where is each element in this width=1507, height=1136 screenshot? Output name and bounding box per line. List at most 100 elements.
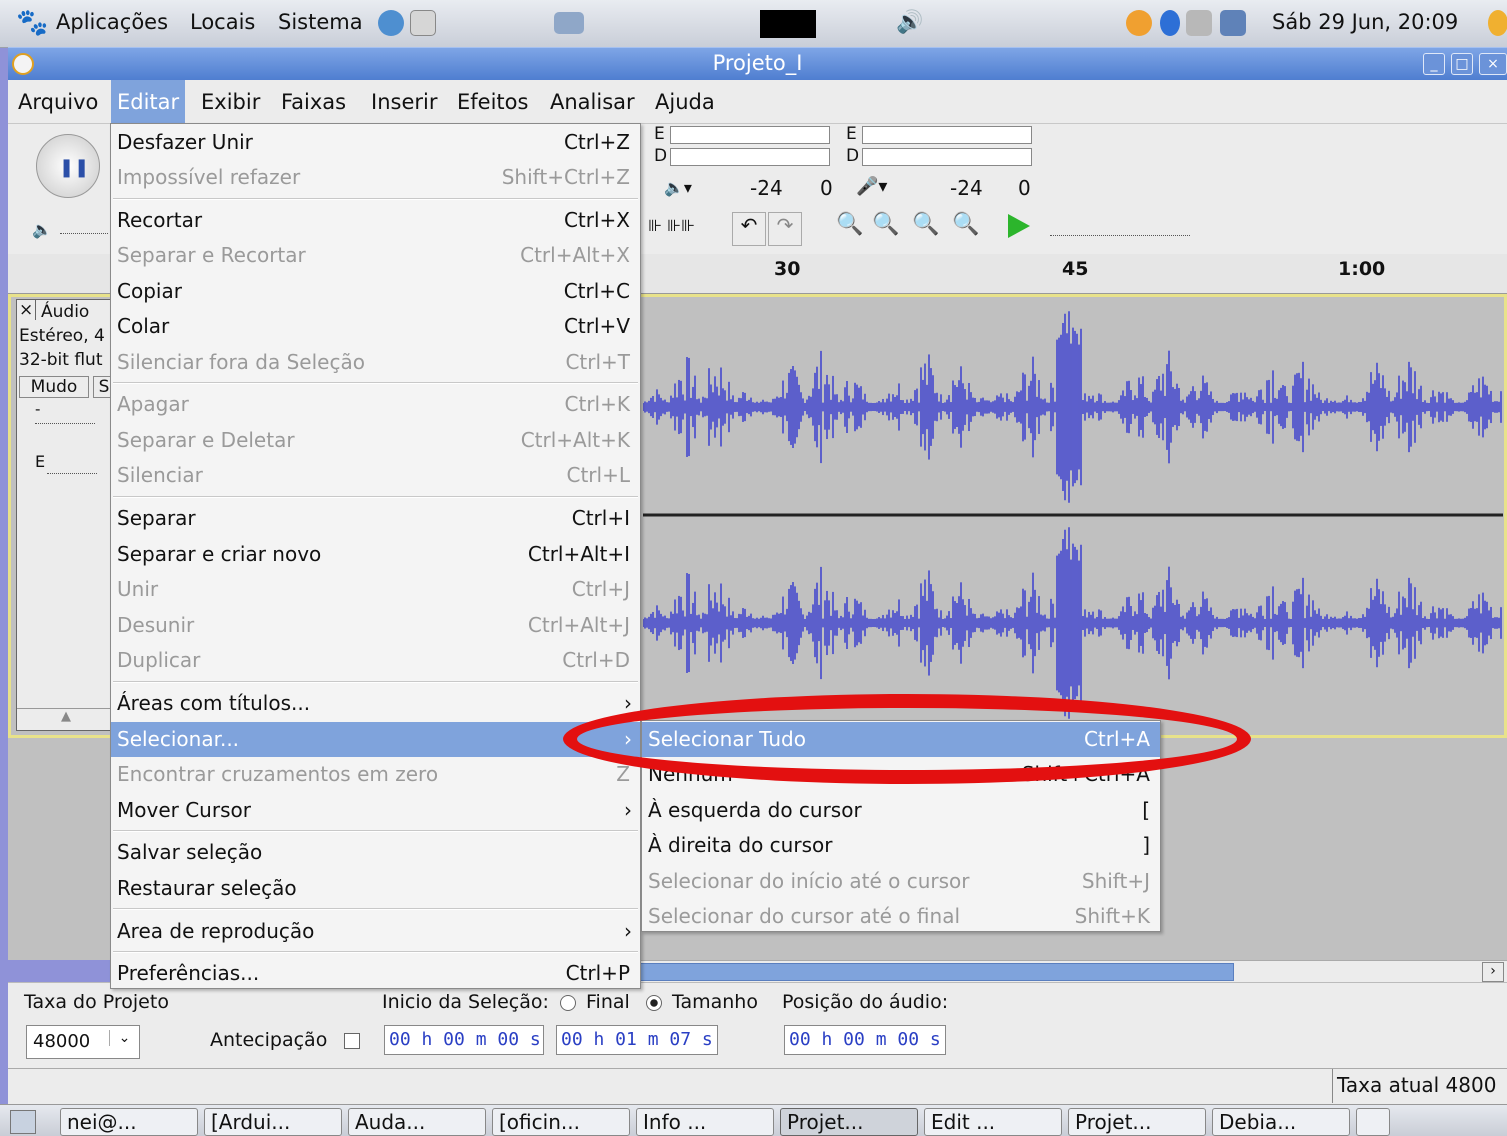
menu-areas-titulos[interactable]: Áreas com títulos... ›: [111, 686, 640, 721]
fit-selection-icon[interactable]: 🔍: [912, 212, 939, 237]
record-meter-d[interactable]: [862, 148, 1032, 166]
horizontal-scrollbar[interactable]: ›: [640, 960, 1507, 982]
pause-button[interactable]: ❚❚: [36, 134, 100, 198]
menu-separar-recortar[interactable]: Separar e Recortar Ctrl+Alt+X: [111, 238, 640, 273]
menu-salvar-selecao[interactable]: Salvar seleção: [111, 835, 640, 870]
menu-mover-cursor[interactable]: Mover Cursor ›: [111, 793, 640, 828]
playback-meter-e[interactable]: [670, 126, 830, 144]
network-status-icon[interactable]: [1220, 10, 1246, 36]
zoom-out-icon[interactable]: 🔍: [872, 212, 899, 237]
task-projeto-active[interactable]: Projet...: [780, 1108, 918, 1136]
menu-preferencias[interactable]: Preferências... Ctrl+P: [111, 956, 640, 991]
menu-copiar[interactable]: Copiar Ctrl+C: [111, 274, 640, 309]
menu-separar-criar-novo[interactable]: Separar e criar novo Ctrl+Alt+I: [111, 537, 640, 572]
microphone-icon[interactable]: 🎤▾: [856, 176, 887, 197]
system-menu[interactable]: Sistema: [278, 10, 363, 34]
selection-length-field[interactable]: 00 h 01 m 07 s: [556, 1025, 718, 1055]
waveform-display[interactable]: [642, 299, 1503, 731]
gnome-foot-icon[interactable]: 🐾: [16, 8, 48, 38]
menu-inicio-ate-cursor[interactable]: Selecionar do início até o cursor Shift+J: [642, 864, 1160, 899]
selection-start-field[interactable]: 00 h 00 m 00 s: [384, 1025, 544, 1055]
menu-desunir[interactable]: Desunir Ctrl+Alt+J: [111, 608, 640, 643]
close-button[interactable]: ×: [1479, 53, 1507, 75]
menu-unir[interactable]: Unir Ctrl+J: [111, 572, 640, 607]
task-info[interactable]: Info ...: [636, 1108, 774, 1136]
menu-desfazer-unir[interactable]: Desfazer Unir Ctrl+Z: [111, 125, 640, 160]
menu-cursor-ate-final[interactable]: Selecionar do cursor até o final Shift+K: [642, 899, 1160, 934]
menu-efeitos[interactable]: Efeitos: [457, 90, 528, 114]
playback-meter-speaker-icon[interactable]: 🔈▾: [664, 178, 692, 197]
play-at-speed-icon[interactable]: [1008, 214, 1030, 238]
clock[interactable]: Sáb 29 Jun, 20:09: [1272, 10, 1458, 34]
places-menu[interactable]: Locais: [190, 10, 255, 34]
show-desktop-icon[interactable]: [10, 1110, 36, 1134]
menu-analisar[interactable]: Analisar: [550, 90, 635, 114]
task-oficina[interactable]: [oficin...: [492, 1108, 630, 1136]
project-rate-select[interactable]: 48000 ⌄: [26, 1025, 140, 1059]
window-titlebar[interactable]: Projeto_I _ □ ×: [8, 47, 1507, 80]
menu-arquivo[interactable]: Arquivo: [18, 90, 98, 114]
maximize-button[interactable]: □: [1451, 53, 1473, 75]
selection-start-label: Inicio da Seleção:: [382, 991, 549, 1013]
end-radio[interactable]: [560, 995, 576, 1011]
menu-inserir[interactable]: Inserir: [371, 90, 437, 114]
length-radio[interactable]: [646, 995, 662, 1011]
menu-editar[interactable]: Editar: [111, 80, 186, 124]
task-audacity-icon[interactable]: [1356, 1108, 1390, 1136]
gain-slider[interactable]: [35, 410, 95, 424]
playback-volume-slider[interactable]: [60, 222, 108, 234]
task-terminal[interactable]: nei@...: [60, 1108, 198, 1136]
menu-colar[interactable]: Colar Ctrl+V: [111, 309, 640, 344]
scrollbar-thumb[interactable]: [640, 963, 1234, 981]
snap-checkbox[interactable]: [344, 1033, 360, 1049]
undo-icon[interactable]: ↶: [732, 212, 766, 246]
task-arduino[interactable]: [Ardui...: [204, 1108, 342, 1136]
menu-ajuda[interactable]: Ajuda: [655, 90, 715, 114]
pan-slider[interactable]: [47, 462, 97, 474]
menu-encontrar-cruzamentos[interactable]: Encontrar cruzamentos em zero Z: [111, 757, 640, 792]
menu-faixas[interactable]: Faixas: [281, 90, 346, 114]
clipboard-icon[interactable]: [1186, 10, 1212, 36]
menu-area-reproducao[interactable]: Area de reprodução ›: [111, 914, 640, 949]
silence-tool-icon[interactable]: ⊪ ⊪⊪: [648, 216, 695, 235]
menu-silenciar[interactable]: Silenciar Ctrl+L: [111, 458, 640, 493]
track-close-button[interactable]: ×: [19, 300, 37, 320]
menu-duplicar[interactable]: Duplicar Ctrl+D: [111, 643, 640, 678]
scroll-right-arrow[interactable]: ›: [1482, 962, 1504, 982]
play-speed-slider[interactable]: [1050, 224, 1190, 236]
menu-recortar[interactable]: Recortar Ctrl+X: [111, 203, 640, 238]
menu-separar-deletar[interactable]: Separar e Deletar Ctrl+Alt+K: [111, 423, 640, 458]
network-icon[interactable]: [554, 12, 584, 34]
track-name[interactable]: Áudio: [41, 302, 89, 322]
menu-esquerda-cursor[interactable]: À esquerda do cursor[: [642, 793, 1160, 828]
browser-icon[interactable]: [378, 10, 404, 36]
record-meter-e[interactable]: [862, 126, 1032, 144]
redo-icon[interactable]: ↷: [768, 212, 802, 246]
menu-restaurar-selecao[interactable]: Restaurar seleção: [111, 871, 640, 906]
menu-direita-cursor[interactable]: À direita do cursor]: [642, 828, 1160, 863]
mute-button[interactable]: Mudo: [19, 376, 89, 398]
menu-apagar[interactable]: Apagar Ctrl+K: [111, 387, 640, 422]
audacity-tray-icon[interactable]: [1488, 10, 1507, 36]
audio-position-field[interactable]: 00 h 00 m 00 s: [784, 1025, 946, 1055]
menu-exibir[interactable]: Exibir: [201, 90, 260, 114]
minimize-button[interactable]: _: [1423, 53, 1445, 75]
task-debian[interactable]: Debia...: [1212, 1108, 1350, 1136]
fit-project-icon[interactable]: 🔍: [952, 212, 979, 237]
menu-selecionar[interactable]: Selecionar... ›: [111, 722, 640, 757]
menu-silenciar-fora[interactable]: Silenciar fora da Seleção Ctrl+T: [111, 345, 640, 380]
bluetooth-icon[interactable]: [1160, 10, 1180, 36]
volume-icon[interactable]: 🔊: [896, 10, 923, 35]
collapse-track-icon[interactable]: ▲: [17, 708, 115, 730]
update-icon[interactable]: [1126, 10, 1152, 36]
task-audacity[interactable]: Auda...: [348, 1108, 486, 1136]
menu-impossivel-refazer[interactable]: Impossível refazer Shift+Ctrl+Z: [111, 160, 640, 195]
track-control-panel[interactable]: × Áudio Estéreo, 4 32-bit flut Mudo S - …: [16, 299, 116, 731]
zoom-in-icon[interactable]: 🔍: [836, 212, 863, 237]
task-edit[interactable]: Edit ...: [924, 1108, 1062, 1136]
playback-meter-d[interactable]: [670, 148, 830, 166]
mail-icon[interactable]: [410, 10, 436, 36]
applications-menu[interactable]: Aplicações: [56, 10, 168, 34]
task-projeto-2[interactable]: Projet...: [1068, 1108, 1206, 1136]
menu-separar[interactable]: Separar Ctrl+I: [111, 501, 640, 536]
